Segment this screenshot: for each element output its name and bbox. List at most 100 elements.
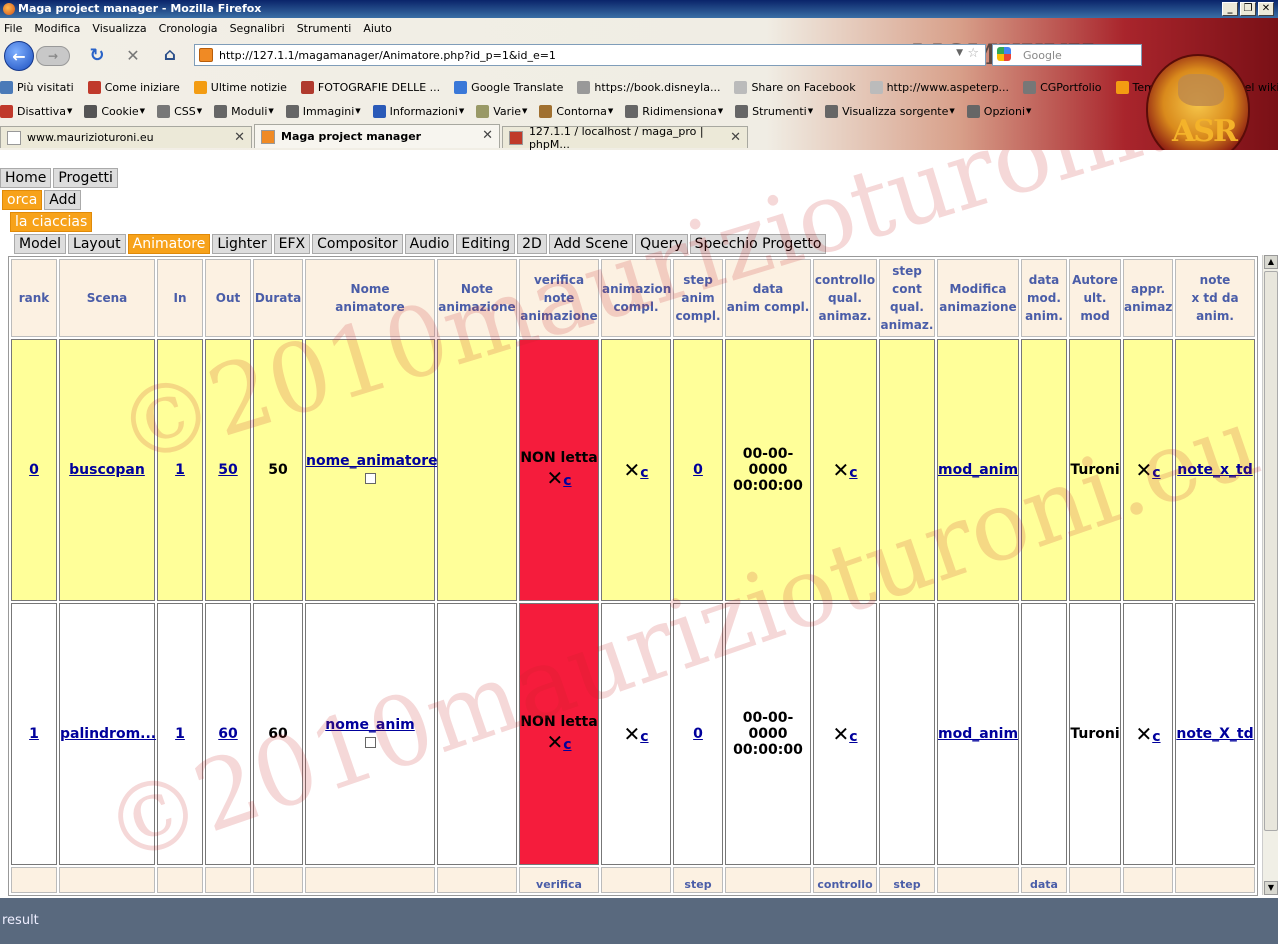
approve-checkbox[interactable] <box>364 736 376 748</box>
menu-aiuto[interactable]: Aiuto <box>363 22 392 35</box>
dropdown-icon[interactable]: ▼ <box>956 48 963 58</box>
x-c-control[interactable]: ✕c <box>546 730 571 754</box>
c-link[interactable]: c <box>1152 729 1160 745</box>
scroll-thumb[interactable] <box>1264 271 1278 831</box>
bookmark-item[interactable]: FOTOGRAFIE DELLE ... <box>300 80 440 94</box>
x-c-control[interactable]: ✕c <box>623 722 648 746</box>
modify-animation-link[interactable]: mod_anim <box>938 462 1018 478</box>
devbar-ridimensiona[interactable]: Ridimensiona ▼ <box>625 104 723 118</box>
scene-link[interactable]: palindrom... <box>60 726 156 742</box>
x-c-control[interactable]: ✕c <box>1135 458 1160 482</box>
in-link[interactable]: 1 <box>175 462 185 478</box>
menu-cronologia[interactable]: Cronologia <box>159 22 218 35</box>
x-c-control[interactable]: ✕c <box>1135 722 1160 746</box>
nav-orca[interactable]: orca <box>2 190 43 210</box>
bookmark-star-icon[interactable]: ☆ <box>967 46 979 61</box>
devbar-moduli[interactable]: Moduli ▼ <box>214 104 274 118</box>
scroll-down-icon[interactable]: ▼ <box>1264 881 1278 895</box>
bookmark-item[interactable]: https://book.disneyla... <box>577 80 720 94</box>
out-link[interactable]: 50 <box>218 462 237 478</box>
nav-query[interactable]: Query <box>635 234 688 254</box>
devbar-informazioni[interactable]: Informazioni ▼ <box>372 104 464 118</box>
back-button[interactable]: ← <box>4 41 34 71</box>
tab-close-icon[interactable]: ✕ <box>234 130 245 145</box>
nav-model[interactable]: Model <box>14 234 67 254</box>
x-c-control[interactable]: ✕c <box>546 466 571 490</box>
reload-icon[interactable]: ↻ <box>86 44 108 66</box>
nav-animatore[interactable]: Animatore <box>127 234 211 254</box>
animator-name-link[interactable]: nome_anim <box>325 717 414 733</box>
c-link[interactable]: c <box>640 465 648 481</box>
tab-close-icon[interactable]: ✕ <box>482 128 493 143</box>
out-link[interactable]: 60 <box>218 726 237 742</box>
nav-la-ciaccias[interactable]: la ciaccias <box>10 212 93 232</box>
nav-efx[interactable]: EFX <box>273 234 311 254</box>
nav-editing[interactable]: Editing <box>456 234 516 254</box>
nav-layout[interactable]: Layout <box>68 234 126 254</box>
note-td-link[interactable]: note_x_td <box>1177 462 1253 478</box>
devbar-disattiva[interactable]: Disattiva ▼ <box>0 104 72 118</box>
nav-compositor[interactable]: Compositor <box>312 234 403 254</box>
maximize-button[interactable]: ❐ <box>1240 2 1256 16</box>
bookmark-item[interactable]: Più visitati <box>0 80 74 94</box>
bookmark-item[interactable]: Google Translate <box>454 80 563 94</box>
x-c-control[interactable]: ✕c <box>623 458 648 482</box>
in-link[interactable]: 1 <box>175 726 185 742</box>
menu-segnalibri[interactable]: Segnalibri <box>230 22 285 35</box>
search-box[interactable]: Google <box>992 44 1142 66</box>
rank-link[interactable]: 0 <box>29 462 39 478</box>
nav-add[interactable]: Add <box>44 190 82 210</box>
browser-tab[interactable]: Maga project manager ✕ <box>254 124 500 148</box>
nav-specchio-progetto[interactable]: Specchio Progetto <box>689 234 827 254</box>
note-td-link[interactable]: note_X_td <box>1176 726 1253 742</box>
nav-add-scene[interactable]: Add Scene <box>548 234 634 254</box>
x-c-control[interactable]: ✕c <box>832 458 857 482</box>
tab-close-icon[interactable]: ✕ <box>730 130 741 145</box>
nav-lighter[interactable]: Lighter <box>212 234 272 254</box>
close-button[interactable]: ✕ <box>1258 2 1274 16</box>
bookmark-item[interactable]: Come iniziare <box>87 80 180 94</box>
c-link[interactable]: c <box>849 465 857 481</box>
home-icon[interactable]: ⌂ <box>158 44 182 66</box>
menu-modifica[interactable]: Modifica <box>34 22 80 35</box>
bookmark-item[interactable]: Share on Facebook <box>734 80 856 94</box>
step-link[interactable]: 0 <box>693 726 703 742</box>
devbar-strumenti[interactable]: Strumenti ▼ <box>735 104 813 118</box>
c-link[interactable]: c <box>849 729 857 745</box>
c-link[interactable]: c <box>563 473 571 489</box>
step-link[interactable]: 0 <box>693 462 703 478</box>
c-link[interactable]: c <box>563 737 571 753</box>
scroll-up-icon[interactable]: ▲ <box>1264 255 1278 269</box>
menu-visualizza[interactable]: Visualizza <box>92 22 146 35</box>
c-link[interactable]: c <box>640 729 648 745</box>
forward-button[interactable]: → <box>36 46 70 66</box>
modify-animation-link[interactable]: mod_anim <box>938 726 1018 742</box>
animator-name-link[interactable]: nome_animatore <box>306 453 438 469</box>
devbar-visualizza-sorgente[interactable]: Visualizza sorgente ▼ <box>825 104 955 118</box>
menu-strumenti[interactable]: Strumenti <box>297 22 352 35</box>
bookmark-item[interactable]: Ultime notizie <box>193 80 287 94</box>
devbar-cookie[interactable]: Cookie ▼ <box>84 104 145 118</box>
browser-tab[interactable]: 127.1.1 / localhost / maga_pro | phpM...… <box>502 125 748 151</box>
menu-file[interactable]: File <box>4 22 22 35</box>
bookmark-item[interactable]: http://www.aspeterp... <box>869 80 1009 94</box>
devbar-css[interactable]: CSS ▼ <box>157 104 202 118</box>
x-c-control[interactable]: ✕c <box>832 722 857 746</box>
nav-progetti[interactable]: Progetti <box>53 168 118 188</box>
minimize-button[interactable]: _ <box>1222 2 1238 16</box>
devbar-opzioni[interactable]: Opzioni ▼ <box>966 104 1031 118</box>
devbar-contorna[interactable]: Contorna ▼ <box>539 104 613 118</box>
vertical-scrollbar[interactable]: ▲ ▼ <box>1262 255 1278 895</box>
c-link[interactable]: c <box>1152 465 1160 481</box>
browser-tab[interactable]: www.maurizioturoni.eu ✕ <box>0 126 252 148</box>
nav-2d[interactable]: 2D <box>517 234 547 254</box>
nav-home[interactable]: Home <box>0 168 52 188</box>
nav-audio[interactable]: Audio <box>404 234 455 254</box>
devbar-varie[interactable]: Varie ▼ <box>476 104 527 118</box>
rank-link[interactable]: 1 <box>29 726 39 742</box>
scene-link[interactable]: buscopan <box>69 462 145 478</box>
devbar-immagini[interactable]: Immagini ▼ <box>285 104 361 118</box>
approve-checkbox[interactable] <box>364 472 376 484</box>
stop-icon[interactable]: ✕ <box>122 44 144 66</box>
bookmark-item[interactable]: CGPortfolio <box>1023 80 1102 94</box>
